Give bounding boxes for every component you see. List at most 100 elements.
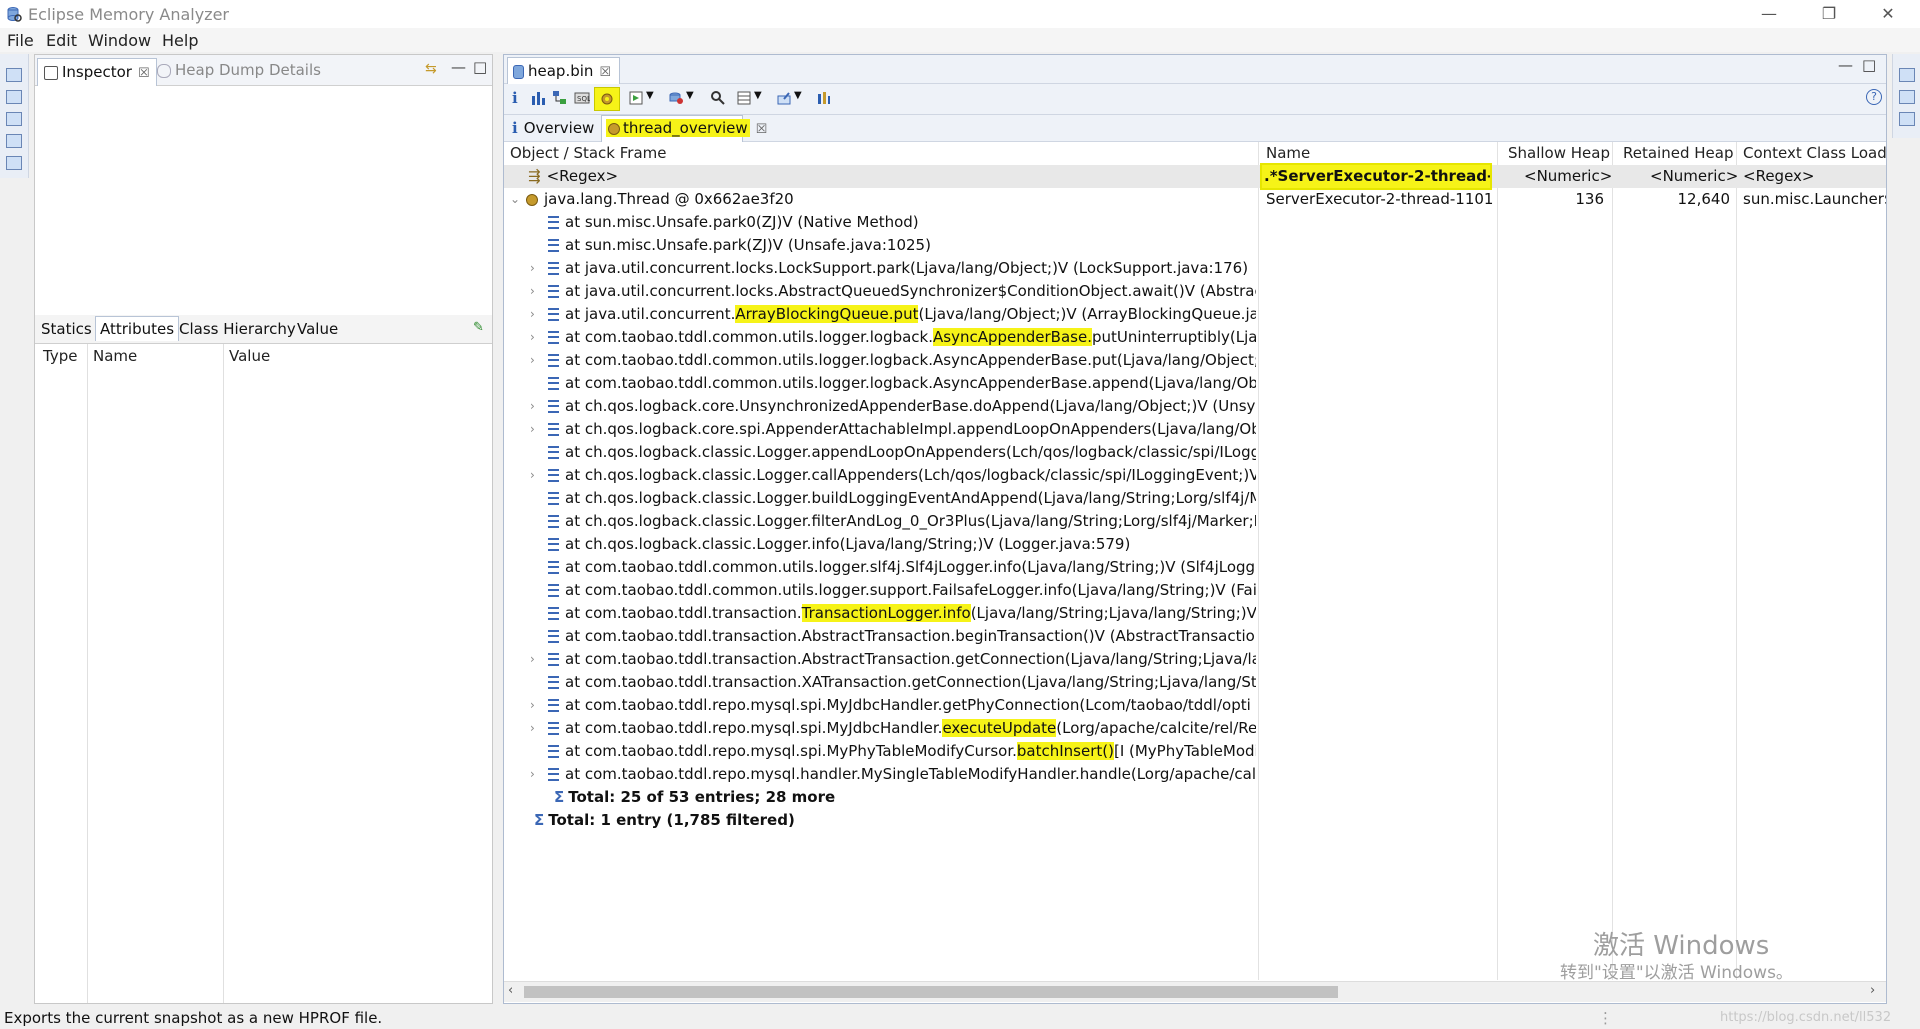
- thread-row[interactable]: ⌄ java.lang.Thread @ 0x662ae3f20 ServerE…: [504, 188, 1886, 211]
- menu-help[interactable]: Help: [162, 31, 198, 50]
- stack-frame-row[interactable]: at ch.qos.logback.classic.Logger.buildLo…: [504, 487, 1886, 510]
- panel-minimize-button[interactable]: —: [451, 58, 466, 76]
- stack-frame-row[interactable]: at sun.misc.Unsafe.park(ZJ)V (Unsafe.jav…: [504, 234, 1886, 257]
- scroll-left-icon[interactable]: ‹: [508, 983, 513, 998]
- stack-frame-row[interactable]: › at java.util.concurrent.ArrayBlockingQu…: [504, 303, 1886, 326]
- scroll-right-icon[interactable]: ›: [1870, 983, 1875, 998]
- notes-icon[interactable]: [1899, 90, 1915, 104]
- stack-frame-row[interactable]: at com.taobao.tddl.transaction.Transacti…: [504, 602, 1886, 625]
- menu-edit[interactable]: Edit: [46, 31, 77, 50]
- stack-frame-row[interactable]: › at com.taobao.tddl.transaction.Abstract…: [504, 648, 1886, 671]
- stack-frame-row[interactable]: › at com.taobao.tddl.repo.mysql.spi.MyJdb…: [504, 694, 1886, 717]
- restore-button[interactable]: ❐: [1814, 4, 1844, 24]
- chevron-down-icon[interactable]: ▼: [646, 90, 654, 101]
- chevron-down-icon[interactable]: ▼: [686, 90, 694, 101]
- menu-file[interactable]: File: [7, 31, 34, 50]
- subtab-value[interactable]: Value: [297, 320, 338, 338]
- subtab-statics[interactable]: Statics: [41, 320, 92, 338]
- chevron-right-icon[interactable]: ›: [530, 349, 535, 372]
- editor-maximize-button[interactable]: □: [1862, 56, 1876, 74]
- stack-frame-row[interactable]: at ch.qos.logback.classic.Logger.filterA…: [504, 510, 1886, 533]
- close-button[interactable]: ✕: [1873, 4, 1903, 24]
- chevron-right-icon[interactable]: ›: [530, 763, 535, 786]
- stack-frame-row[interactable]: › at ch.qos.logback.classic.Logger.callAp…: [504, 464, 1886, 487]
- stack-frame-row[interactable]: at com.taobao.tddl.transaction.XATransac…: [504, 671, 1886, 694]
- column-name[interactable]: Name: [1266, 142, 1310, 165]
- stack-frame-row[interactable]: › at com.taobao.tddl.common.utils.logger.…: [504, 326, 1886, 349]
- chevron-right-icon[interactable]: ›: [530, 257, 535, 280]
- column-context-class-loader[interactable]: Context Class Loader: [1743, 142, 1886, 165]
- navigator-icon[interactable]: [6, 112, 22, 126]
- pin-icon[interactable]: ✎: [473, 320, 484, 335]
- chevron-right-icon[interactable]: ›: [530, 395, 535, 418]
- column-name[interactable]: Name: [93, 347, 137, 365]
- tab-heap-bin[interactable]: heap.bin ☒: [507, 57, 620, 84]
- export-icon[interactable]: [776, 90, 792, 106]
- restore-view-icon[interactable]: [1899, 68, 1915, 82]
- stack-frame-row[interactable]: › at com.taobao.tddl.common.utils.logger.…: [504, 349, 1886, 372]
- stack-frame-row[interactable]: at com.taobao.tddl.transaction.AbstractT…: [504, 625, 1886, 648]
- view-icon[interactable]: [6, 68, 22, 82]
- tab-heap-dump-details[interactable]: Heap Dump Details: [157, 61, 321, 79]
- group-by-icon[interactable]: [736, 90, 752, 106]
- chevron-down-icon[interactable]: ▼: [794, 90, 802, 101]
- tree-icon[interactable]: [6, 134, 22, 148]
- chevron-right-icon[interactable]: ›: [530, 648, 535, 671]
- close-icon[interactable]: ☒: [756, 122, 768, 137]
- filter-retained-heap[interactable]: <Numeric>: [1650, 165, 1738, 188]
- chevron-right-icon[interactable]: ›: [530, 464, 535, 487]
- calculate-retained-icon[interactable]: [816, 90, 832, 106]
- chevron-right-icon[interactable]: ›: [530, 303, 535, 326]
- horizontal-scrollbar[interactable]: ‹ ›: [504, 981, 1886, 1002]
- filter-context-class-loader[interactable]: <Regex>: [1743, 165, 1814, 188]
- column-retained-heap[interactable]: Retained Heap: [1623, 142, 1733, 165]
- column-shallow-heap[interactable]: Shallow Heap: [1508, 142, 1610, 165]
- navigation-history-icon[interactable]: [1899, 112, 1915, 126]
- tab-inspector[interactable]: Inspector ☒: [37, 58, 157, 86]
- dominator-tree-icon[interactable]: [552, 90, 568, 106]
- chevron-right-icon[interactable]: ›: [530, 326, 535, 349]
- column-type[interactable]: Type: [43, 347, 77, 365]
- editor-minimize-button[interactable]: —: [1838, 56, 1853, 74]
- subtab-thread-overview[interactable]: thread_overview ☒: [601, 115, 767, 142]
- chevron-down-icon[interactable]: ⌄: [510, 188, 520, 211]
- stack-frame-row[interactable]: › at java.util.concurrent.locks.LockSuppo…: [504, 257, 1886, 280]
- subtab-overview[interactable]: i Overview: [512, 119, 594, 137]
- help-icon[interactable]: ?: [1866, 89, 1882, 105]
- chevron-right-icon[interactable]: ›: [530, 280, 535, 303]
- close-icon[interactable]: ☒: [138, 66, 150, 81]
- scrollbar-thumb[interactable]: [524, 986, 1338, 998]
- stack-frame-row[interactable]: at com.taobao.tddl.common.utils.logger.s…: [504, 556, 1886, 579]
- stack-frame-row[interactable]: at com.taobao.tddl.common.utils.logger.s…: [504, 579, 1886, 602]
- hierarchy-icon[interactable]: [6, 156, 22, 170]
- stack-frame-row[interactable]: at ch.qos.logback.classic.Logger.info(Lj…: [504, 533, 1886, 556]
- stack-frame-row[interactable]: at ch.qos.logback.classic.Logger.appendL…: [504, 441, 1886, 464]
- thread-overview-button[interactable]: [594, 87, 620, 111]
- chevron-right-icon[interactable]: ›: [530, 694, 535, 717]
- stack-frame-row[interactable]: at sun.misc.Unsafe.park0(ZJ)V (Native Me…: [504, 211, 1886, 234]
- stack-frame-row[interactable]: › at ch.qos.logback.core.spi.AppenderAtta…: [504, 418, 1886, 441]
- column-object-stack-frame[interactable]: Object / Stack Frame: [510, 142, 666, 165]
- stack-frame-row[interactable]: at com.taobao.tddl.repo.mysql.spi.MyPhyT…: [504, 740, 1886, 763]
- run-report-icon[interactable]: [628, 90, 644, 106]
- filter-name[interactable]: .*ServerExecutor-2-thread-1...: [1260, 163, 1492, 190]
- filter-shallow-heap[interactable]: <Numeric>: [1524, 165, 1612, 188]
- panel-maximize-button[interactable]: □: [473, 58, 487, 76]
- query-browser-icon[interactable]: [668, 90, 684, 106]
- stack-frame-row[interactable]: › at java.util.concurrent.locks.AbstractQ…: [504, 280, 1886, 303]
- stack-frame-row[interactable]: › at com.taobao.tddl.repo.mysql.spi.MyJdb…: [504, 717, 1886, 740]
- column-value[interactable]: Value: [229, 347, 270, 365]
- stack-frame-row[interactable]: › at ch.qos.logback.core.UnsynchronizedAp…: [504, 395, 1886, 418]
- chevron-down-icon[interactable]: ▼: [754, 90, 762, 101]
- menu-window[interactable]: Window: [88, 31, 151, 50]
- subtab-class-hierarchy[interactable]: Class Hierarchy: [179, 320, 296, 338]
- filter-object[interactable]: ⇶ <Regex>: [528, 165, 618, 188]
- stack-frame-row[interactable]: › at com.taobao.tddl.repo.mysql.handler.M…: [504, 763, 1886, 786]
- edit-icon[interactable]: [6, 90, 22, 104]
- info-icon[interactable]: i: [512, 89, 518, 107]
- chevron-right-icon[interactable]: ›: [530, 717, 535, 740]
- histogram-icon[interactable]: [530, 90, 546, 106]
- search-icon[interactable]: [710, 90, 726, 106]
- chevron-right-icon[interactable]: ›: [530, 418, 535, 441]
- sync-icon[interactable]: ⇆: [425, 61, 437, 77]
